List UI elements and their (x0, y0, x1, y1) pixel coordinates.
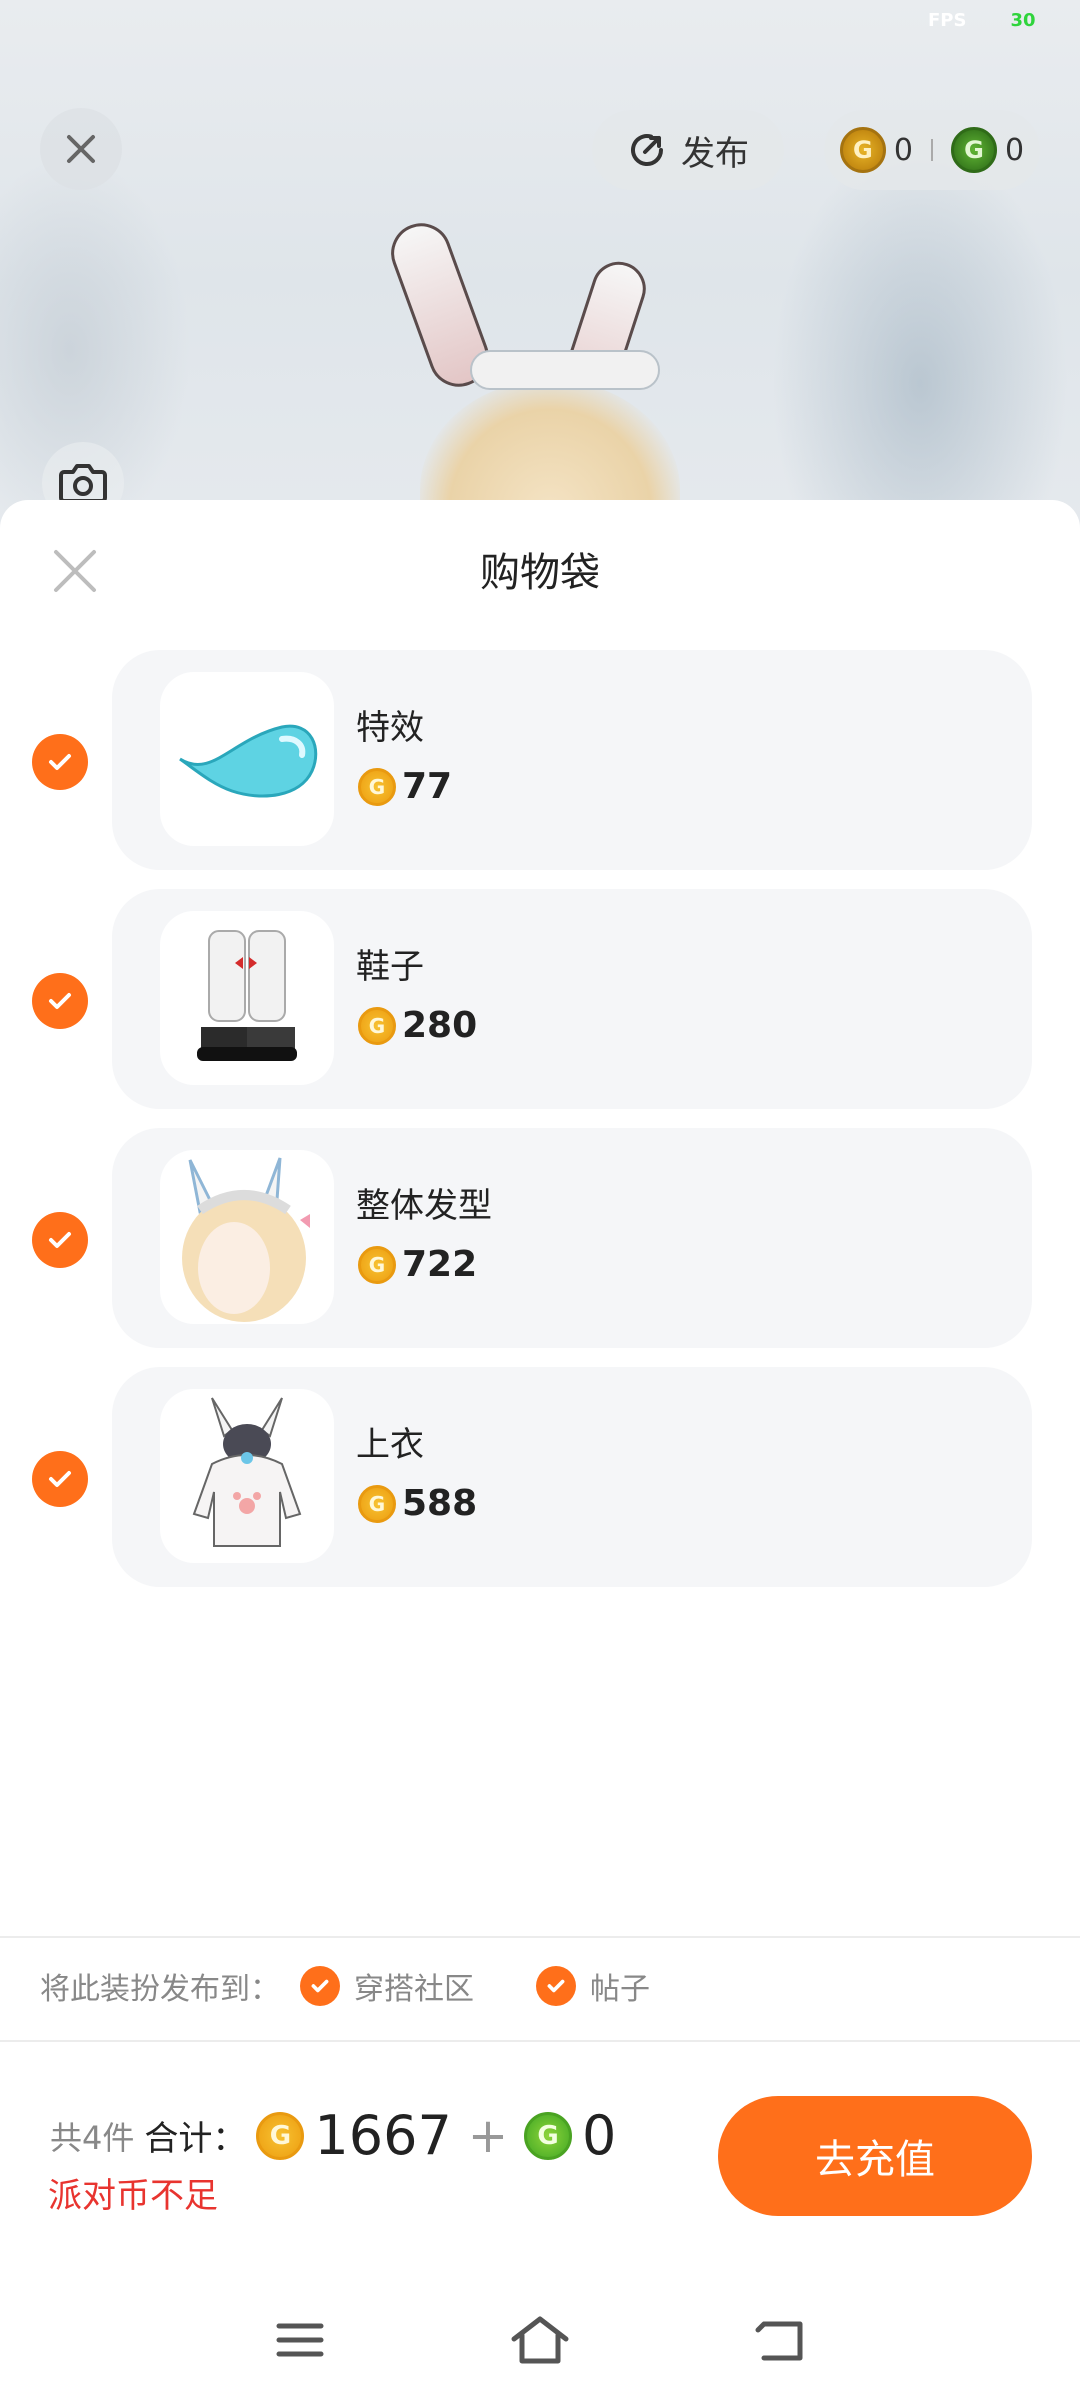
order-total: 共4件 合计： G 1667 + G 0 (50, 2104, 616, 2167)
gold-total: 1667 (314, 2104, 452, 2167)
item-card[interactable]: 上衣 G 588 (112, 1367, 1032, 1587)
green-total: 0 (582, 2104, 617, 2167)
item-card[interactable]: 鞋子 G 280 (112, 889, 1032, 1109)
home-button[interactable] (510, 2310, 570, 2370)
option-label: 穿搭社区 (354, 1972, 474, 2007)
item-price: G 722 (358, 1244, 477, 1285)
home-icon (511, 2316, 569, 2364)
character-headband (470, 350, 660, 390)
divider (0, 1936, 1080, 1938)
check-icon (547, 1979, 565, 1993)
fps-counter: FPS 30 (928, 10, 1036, 31)
item-name: 整体发型 (356, 1186, 492, 1226)
item-card[interactable]: 整体发型 G 722 (112, 1128, 1032, 1348)
publish-button[interactable]: 发布 (592, 110, 784, 190)
fps-value: 30 (1010, 10, 1036, 31)
cart-item: 鞋子 G 280 (0, 889, 1080, 1109)
close-button[interactable] (40, 108, 122, 190)
item-checkbox[interactable] (32, 1212, 88, 1268)
item-name: 特效 (356, 708, 424, 748)
insufficient-balance-warning: 派对币不足 (48, 2176, 218, 2216)
item-name: 鞋子 (356, 947, 424, 987)
gold-coin-amount: 0 (893, 132, 913, 168)
back-button[interactable] (750, 2310, 810, 2370)
item-checkbox[interactable] (32, 973, 88, 1029)
check-icon (49, 1471, 71, 1487)
item-price-value: 588 (402, 1483, 478, 1524)
green-coin-amount: 0 (1005, 132, 1025, 168)
option-label: 帖子 (590, 1972, 650, 2007)
gold-coin-icon: G (839, 127, 886, 173)
cart-item: 特效 G 77 (0, 650, 1080, 870)
check-icon (49, 1232, 71, 1248)
item-name: 上衣 (356, 1425, 424, 1465)
hairstyle-image (182, 1157, 310, 1322)
item-thumbnail (160, 1150, 334, 1324)
item-checkbox[interactable] (32, 734, 88, 790)
publish-icon (631, 134, 663, 166)
cart-item: 上衣 G 588 (0, 1367, 1080, 1587)
gold-coin-icon: G (358, 1484, 396, 1523)
gold-coin-icon: G (358, 767, 396, 806)
sheet-title: 购物袋 (480, 550, 600, 596)
system-nav-bar (0, 2280, 1080, 2400)
gold-coin-icon: G (358, 1245, 396, 1284)
check-icon (311, 1979, 329, 1993)
publish-option-post[interactable]: 帖子 (536, 1964, 650, 2008)
divider (931, 139, 933, 161)
check-icon (49, 993, 71, 1009)
green-coin-icon: G (524, 2111, 573, 2160)
back-icon (755, 2321, 803, 2361)
currency-balance[interactable]: G 0 G 0 (824, 110, 1040, 190)
item-checkbox[interactable] (32, 1451, 88, 1507)
item-count: 共4件 (50, 2118, 135, 2157)
divider (0, 2040, 1080, 2042)
item-thumbnail (160, 1389, 334, 1563)
item-thumbnail (160, 911, 334, 1085)
item-thumbnail (160, 672, 334, 846)
item-price: G 280 (358, 1005, 477, 1046)
menu-icon (276, 2323, 324, 2357)
check-icon (49, 754, 71, 770)
effect-drop-image (179, 724, 318, 798)
item-price: G 77 (358, 766, 452, 807)
recharge-button[interactable]: 去充值 (718, 2096, 1032, 2216)
plus-sign: + (467, 2107, 509, 2164)
item-price: G 588 (358, 1483, 477, 1524)
publish-label: 发布 (681, 133, 749, 174)
cart-item: 整体发型 G 722 (0, 1128, 1080, 1348)
camera-icon (59, 464, 107, 503)
item-price-value: 722 (402, 1244, 478, 1285)
item-price-value: 77 (402, 766, 453, 807)
total-label: 合计： (144, 2119, 247, 2159)
publish-to-label: 将此装扮发布到： (40, 1972, 280, 2007)
option-checkbox[interactable] (300, 1966, 340, 2006)
option-checkbox[interactable] (536, 1966, 576, 2006)
gold-coin-icon: G (256, 2111, 305, 2160)
menu-button[interactable] (270, 2310, 330, 2370)
hoodie-image (192, 1397, 302, 1547)
item-price-value: 280 (402, 1005, 478, 1046)
character-preview (0, 0, 1080, 560)
gold-coin-icon: G (358, 1006, 396, 1045)
publish-to-options: 将此装扮发布到： 穿搭社区 帖子 (40, 1964, 650, 2008)
green-coin-icon: G (951, 127, 997, 173)
publish-option-community[interactable]: 穿搭社区 (300, 1964, 474, 2008)
shoes-image (197, 930, 297, 1061)
fps-label: FPS (928, 10, 967, 31)
close-icon (67, 135, 95, 163)
item-card[interactable]: 特效 G 77 (112, 650, 1032, 870)
